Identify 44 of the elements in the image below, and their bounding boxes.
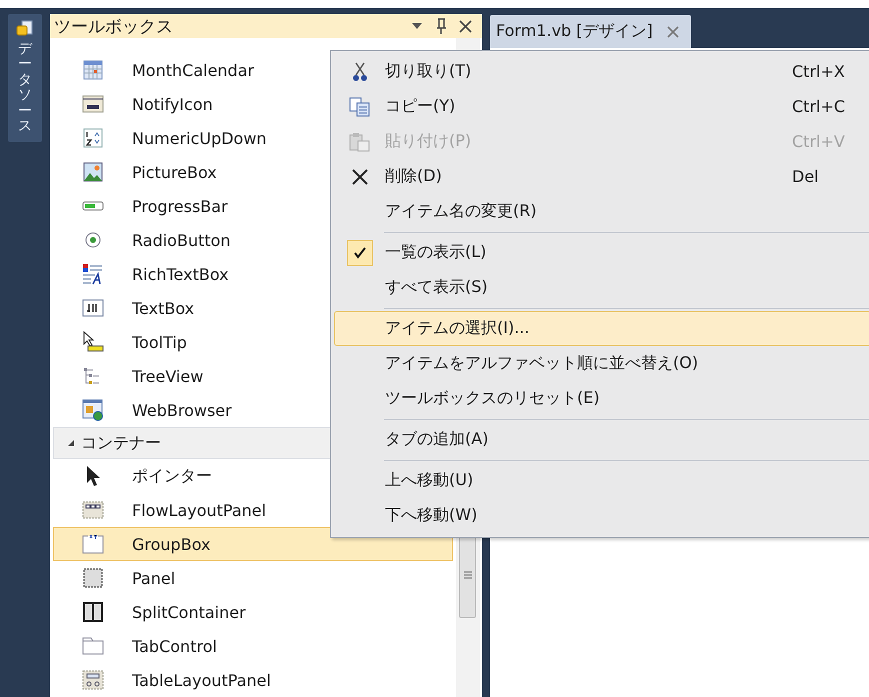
document-tab[interactable]: Form1.vb [デザイン] xyxy=(490,15,691,48)
radio-icon xyxy=(84,231,102,249)
menu-item[interactable]: アイテム名の変更(R) xyxy=(334,194,869,229)
menu-item[interactable]: アイテムの選択(I)... xyxy=(334,311,869,346)
menu-item[interactable]: 削除(D) Del xyxy=(334,159,869,194)
dropdown-icon[interactable] xyxy=(411,22,423,30)
pin-icon[interactable] xyxy=(435,18,447,34)
table-panel-icon xyxy=(82,670,104,690)
delete-icon xyxy=(351,168,369,186)
split-panel-icon xyxy=(83,602,103,622)
pointer-icon xyxy=(85,465,101,487)
toolbox-item[interactable]: TableLayoutPanel xyxy=(53,663,453,697)
image-icon xyxy=(83,162,103,182)
rich-text-icon xyxy=(82,263,104,285)
panel-title: ツールボックス xyxy=(54,16,174,38)
clipboard-icon xyxy=(349,132,371,152)
menu-item[interactable]: 一覧の表示(L) xyxy=(334,235,869,270)
calendar-icon xyxy=(83,60,103,80)
close-icon[interactable] xyxy=(459,20,472,32)
progress-bar-icon xyxy=(82,201,104,211)
toolbox-item[interactable]: TabControl xyxy=(53,629,453,663)
tab-label: データソース xyxy=(18,42,32,134)
taskbar-icon xyxy=(82,95,104,113)
database-icon xyxy=(16,20,34,38)
menu-item[interactable]: 上へ移動(U) xyxy=(334,463,869,498)
browser-icon xyxy=(82,399,104,421)
data-sources-tab[interactable]: データソース xyxy=(8,14,42,142)
toolbox-item[interactable]: SplitContainer xyxy=(53,595,453,629)
menu-item[interactable]: アイテムをアルファベット順に並べ替え(O) xyxy=(334,346,869,381)
copy-icon xyxy=(349,96,371,116)
menu-item[interactable]: 切り取り(T) Ctrl+X xyxy=(334,54,869,89)
spinner-icon xyxy=(83,128,103,148)
tooltip-icon xyxy=(82,331,104,353)
menu-item[interactable]: ツールボックスのリセット(E) xyxy=(334,381,869,416)
scissors-icon xyxy=(352,62,368,82)
group-box-icon xyxy=(82,534,104,554)
menu-item[interactable]: すべて表示(S) xyxy=(334,270,869,305)
toolbox-item[interactable]: Panel xyxy=(53,561,453,595)
textbox-icon xyxy=(82,299,104,317)
flow-panel-icon xyxy=(82,501,104,519)
panel-icon xyxy=(83,568,103,588)
folder-icon xyxy=(82,637,104,655)
menu-item[interactable]: コピー(Y) Ctrl+C xyxy=(334,89,869,124)
toolbox-item[interactable]: GroupBox xyxy=(53,527,453,561)
